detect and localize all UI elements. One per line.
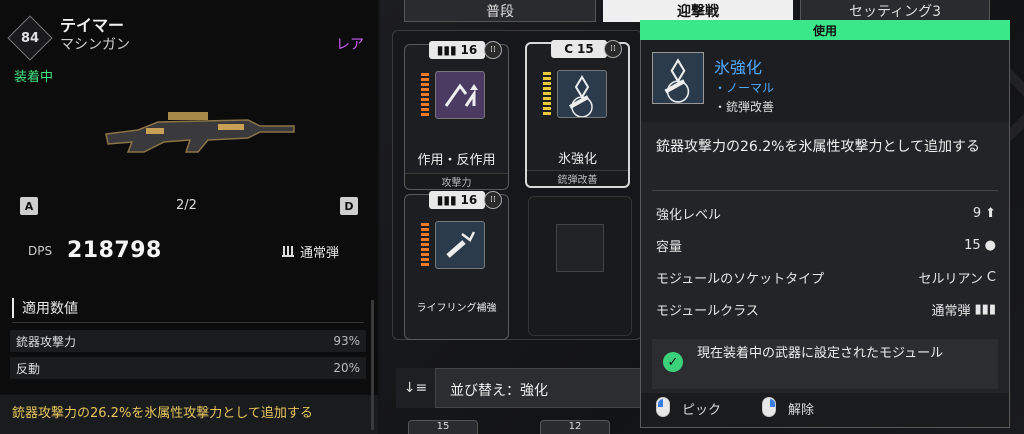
divider — [12, 322, 364, 323]
inventory-card-peek[interactable]: 15 — [408, 420, 478, 434]
tooltip-module-name: 氷強化 — [714, 58, 763, 77]
tooltip-category: ・銃弾改善 — [714, 100, 775, 114]
tab-normal[interactable]: 普段 — [404, 0, 596, 22]
row-label: 強化レベル — [656, 208, 722, 223]
ammo-icon: ▮▮▮ — [436, 193, 457, 207]
tooltip-row-level: 強化レベル 9 ⬆ — [656, 204, 996, 223]
right-mouse-icon — [762, 397, 776, 417]
module-card-action-reaction[interactable]: ▮▮▮ 16 ⁞⁞ 作用・反作用 攻撃力 — [404, 41, 509, 190]
next-key-d[interactable]: D — [340, 197, 358, 215]
release-action[interactable]: 解除 — [788, 399, 814, 418]
pick-action[interactable]: ピック — [682, 399, 721, 418]
tab-interception[interactable]: 迎撃戦 — [603, 0, 793, 22]
socket-c-icon: C — [986, 270, 996, 285]
stat-row: 銃器攻撃力 93% — [10, 330, 366, 352]
row-label: モジュールクラス — [656, 304, 759, 319]
tooltip-rarity: ・ノーマル — [714, 81, 775, 95]
tooltip-row-module-class: モジュールクラス 通常弾 ▮▮▮ — [656, 300, 996, 319]
sort-order-button[interactable]: ↓≡ — [396, 368, 436, 408]
left-mouse-icon — [656, 397, 670, 417]
check-icon: ✓ — [663, 352, 683, 372]
module-name: 氷強化 — [557, 152, 597, 167]
stat-value: 93% — [333, 334, 360, 348]
tooltip-row-socket-type: モジュールのソケットタイプ セルリアン C — [656, 268, 996, 287]
drop-icon: ● — [984, 238, 996, 253]
machine-gun-image — [105, 112, 295, 153]
sort-label: 並び替え：強化 — [450, 383, 548, 399]
stat-name: 反動 — [16, 361, 41, 376]
ice-bullet-icon — [557, 70, 607, 118]
inventory-card-peek[interactable]: 12 — [540, 420, 610, 434]
module-tag: 銃弾改善 — [527, 170, 628, 186]
module-name: ライフリング補強 — [416, 303, 497, 314]
socket-icon: ⁞⁞ — [484, 191, 502, 209]
equipped-status: 装着中 — [14, 70, 54, 85]
scrollbar[interactable] — [371, 300, 374, 430]
row-value: セルリアン — [918, 272, 983, 287]
ammo-icon: ▮▮▮ — [974, 302, 996, 317]
row-value: 15 — [964, 238, 981, 253]
prev-key-a[interactable]: A — [20, 197, 38, 215]
ammo-icon — [282, 245, 294, 257]
module-card-ice-enhancement[interactable]: C 15 ⁞⁞ 氷強化 銃弾改善 — [525, 40, 630, 188]
weapon-rarity: レア — [336, 37, 364, 53]
chip-icon — [556, 224, 604, 272]
ammo-type: 通常弾 — [282, 242, 339, 261]
row-label: 容量 — [656, 240, 683, 255]
module-level-bars — [543, 72, 551, 118]
ammo-icon: ▮▮▮ — [436, 43, 457, 57]
weapon-level: 84 — [20, 30, 40, 46]
socket-icon: ⁞⁞ — [604, 40, 622, 58]
capacity-badge: C 15 — [551, 40, 607, 58]
stat-value: 20% — [333, 361, 360, 375]
module-level-bars — [421, 73, 429, 119]
weapon-panel: 84 テイマー マシンガン レア 装着中 A 2/2 D DPS 218798 … — [0, 0, 378, 434]
module-level-bars — [421, 223, 429, 269]
capacity-badge: ▮▮▮ 16 — [429, 191, 485, 209]
divider — [652, 190, 998, 191]
module-name: 作用・反作用 — [417, 153, 496, 168]
weapon-name: テイマー — [60, 16, 125, 35]
effect-description: 銃器攻撃力の26.2%を氷属性攻撃力として追加する — [12, 406, 313, 421]
stat-name: 銃器攻撃力 — [16, 334, 77, 349]
ammo-type-label: 通常弾 — [300, 246, 340, 261]
equipped-note-text: 現在装着中の武器に設定されたモジュール — [697, 346, 944, 361]
stat-row: 反動 20% — [10, 357, 366, 379]
row-label: モジュールのソケットタイプ — [656, 272, 825, 287]
socket-c-icon: C — [564, 42, 574, 56]
tooltip-header-in-use: 使用 — [640, 20, 1010, 40]
module-tag: 攻撃力 — [405, 173, 508, 189]
tooltip-row-capacity: 容量 15 ● — [656, 236, 996, 255]
tooltip-description: 銃器攻撃力の26.2%を氷属性攻撃力として追加する — [656, 139, 981, 155]
module-screen: 84 テイマー マシンガン レア 装着中 A 2/2 D DPS 218798 … — [0, 0, 1024, 434]
upgrade-icon: ⬆ — [985, 206, 996, 221]
weapon-type: マシンガン — [60, 37, 130, 53]
row-value: 通常弾 — [931, 304, 971, 319]
ice-bullet-icon — [652, 52, 704, 104]
weapon-page: 2/2 — [176, 198, 197, 213]
dps-label: DPS — [28, 244, 53, 258]
row-value: 9 — [972, 206, 982, 221]
socket-icon: ⁞⁞ — [484, 41, 502, 59]
rifling-icon — [435, 221, 485, 269]
action-reaction-icon — [435, 71, 485, 119]
applied-values-title: 適用数値 — [12, 298, 78, 318]
module-card-rifling-reinforcement[interactable]: ▮▮▮ 16 ⁞⁞ ライフリング補強 — [404, 191, 509, 340]
dps-value: 218798 — [67, 238, 162, 263]
capacity-badge: ▮▮▮ 16 — [429, 41, 485, 59]
